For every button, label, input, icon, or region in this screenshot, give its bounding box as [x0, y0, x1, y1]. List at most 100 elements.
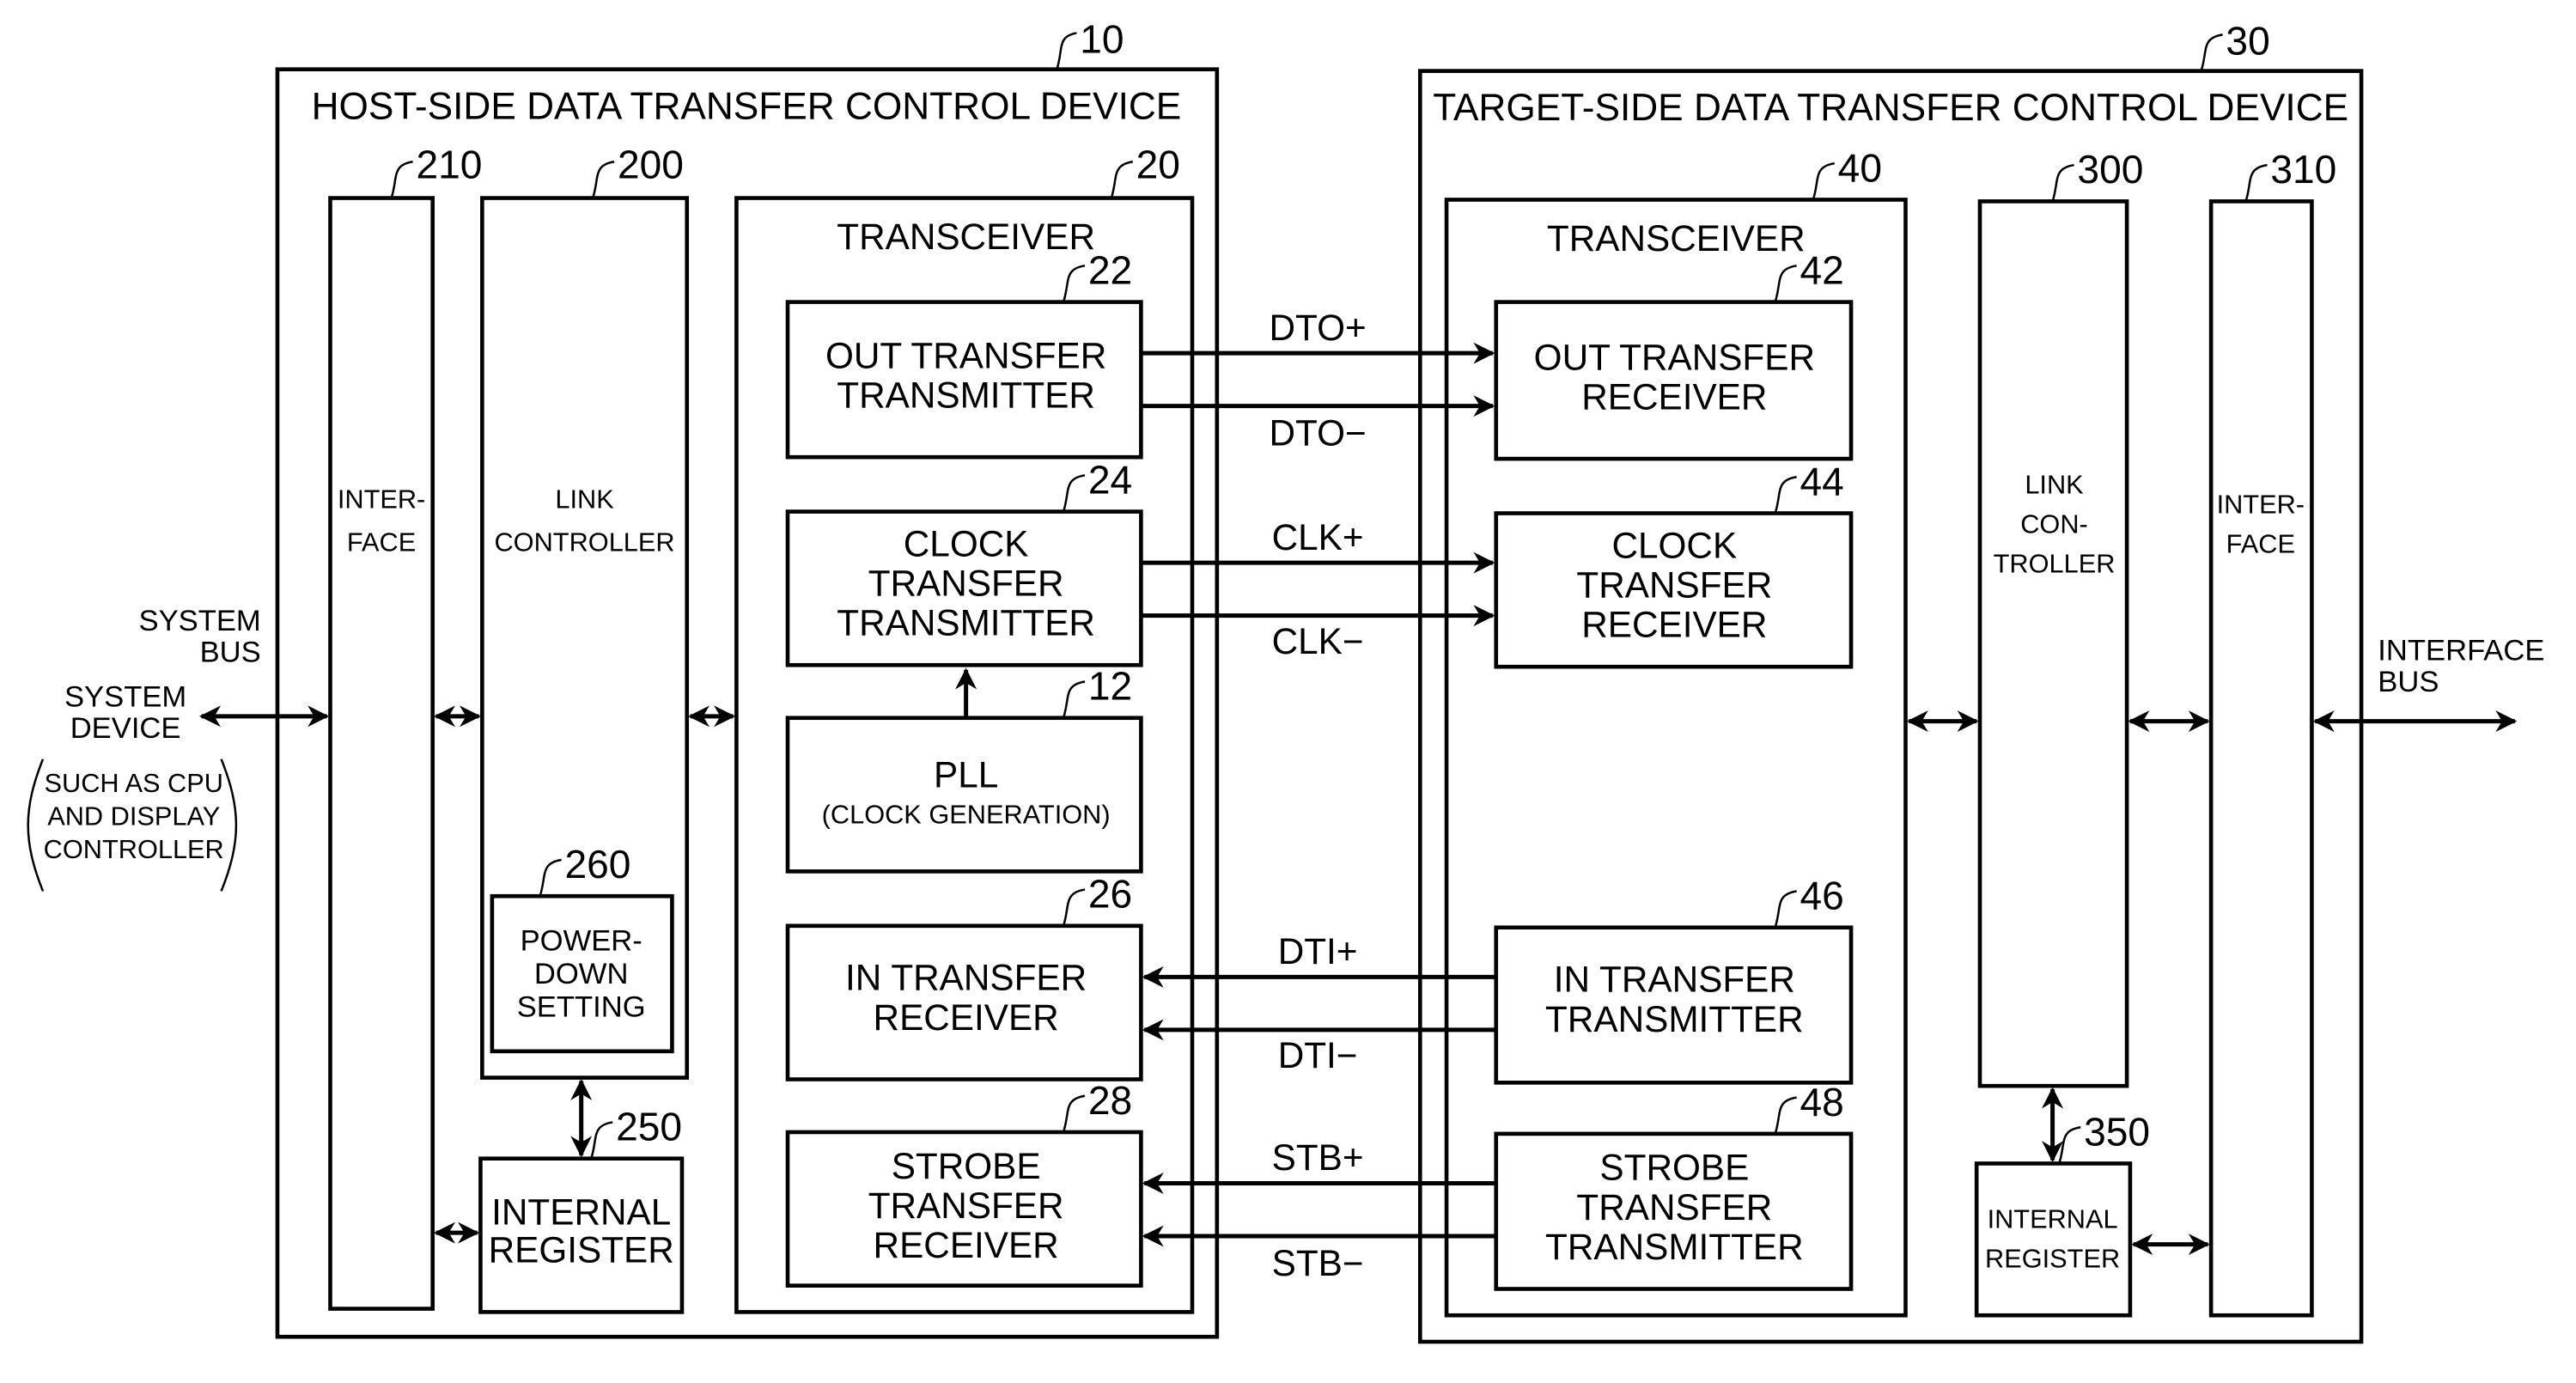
out-transfer-receiver-ref: 42	[1800, 247, 1843, 292]
host-internal-register-ref: 250	[616, 1105, 682, 1149]
clock-transfer-receiver-ref: 44	[1800, 459, 1843, 503]
in-transfer-receiver-label-2: RECEIVER	[874, 997, 1059, 1038]
strobe-transfer-receiver-ref: 28	[1088, 1078, 1132, 1123]
serial-signals: DTO+ DTO− CLK+ CLK− DTI+ DTI− STB+ STB−	[1141, 308, 1496, 1283]
dto-plus-label: DTO+	[1270, 308, 1367, 348]
clock-transfer-transmitter-label-2: TRANSFER	[868, 564, 1064, 604]
ref-leader	[1056, 32, 1077, 70]
ref-leader	[1110, 161, 1134, 198]
strobe-transfer-transmitter-label-3: TRANSMITTER	[1545, 1227, 1804, 1267]
ref-leader	[591, 161, 615, 198]
open-paren	[27, 759, 45, 892]
host-device: 10 HOST-SIDE DATA TRANSFER CONTROL DEVIC…	[275, 16, 1220, 1339]
target-title: TARGET-SIDE DATA TRANSFER CONTROL DEVICE	[1433, 87, 2348, 129]
target-interface-ref: 310	[2270, 147, 2336, 192]
target-link-controller-label-3: TROLLER	[1994, 549, 2116, 579]
host-link-controller-label-1: LINK	[555, 484, 614, 515]
dti-minus-label: DTI−	[1278, 1035, 1358, 1075]
ref-leader	[2200, 34, 2223, 72]
host-interface-label-2: FACE	[347, 527, 416, 557]
power-down-label-1: POWER-	[521, 925, 642, 958]
dto-minus-label: DTO−	[1270, 413, 1367, 454]
interface-bus-label-2: BUS	[2378, 666, 2439, 698]
system-device-note-2: AND DISPLAY	[47, 801, 220, 832]
host-transceiver-title: TRANSCEIVER	[837, 216, 1095, 257]
clock-transfer-transmitter-label-1: CLOCK	[904, 523, 1029, 564]
target-internal-register-block: 350 INTERNAL REGISTER	[1974, 1109, 2150, 1318]
in-transfer-receiver-ref: 26	[1088, 872, 1132, 917]
strobe-transfer-receiver-label-3: RECEIVER	[874, 1225, 1059, 1265]
interface-bus-label-1: INTERFACE	[2378, 635, 2544, 667]
ref-leader	[1812, 161, 1836, 200]
host-interface-label-1: INTER-	[338, 484, 425, 515]
block-diagram: 10 HOST-SIDE DATA TRANSFER CONTROL DEVIC…	[27, 16, 2544, 1344]
pll-ref: 12	[1088, 664, 1132, 709]
power-down-setting-ref: 260	[564, 842, 630, 886]
close-paren	[220, 759, 238, 892]
target-link-controller-box	[1977, 199, 2129, 1088]
host-transceiver-block: 20 TRANSCEIVER 22 OUT TRANSFER TRANSMITT…	[734, 143, 1195, 1314]
system-device-label-2: DEVICE	[70, 712, 181, 745]
ref-leader	[2051, 163, 2074, 202]
stb-plus-label: STB+	[1272, 1137, 1364, 1178]
in-transfer-transmitter-ref: 46	[1800, 874, 1843, 918]
clock-transfer-receiver-label-2: TRANSFER	[1576, 565, 1772, 606]
clk-plus-label: CLK+	[1272, 517, 1364, 557]
in-transfer-receiver-label-1: IN TRANSFER	[845, 958, 1087, 998]
host-interface-block: 210 INTER- FACE	[328, 143, 482, 1311]
out-transfer-receiver-label-1: OUT TRANSFER	[1534, 337, 1815, 377]
target-interface-block: 310 INTER- FACE	[2208, 147, 2336, 1318]
clock-transfer-transmitter-ref: 24	[1088, 457, 1132, 502]
host-transceiver-ref: 20	[1136, 143, 1180, 187]
target-internal-register-box	[1974, 1161, 2133, 1318]
host-ref: 10	[1080, 16, 1124, 61]
strobe-transfer-transmitter-label-1: STROBE	[1599, 1148, 1749, 1188]
power-down-label-2: DOWN	[534, 958, 629, 990]
host-title: HOST-SIDE DATA TRANSFER CONTROL DEVICE	[312, 85, 1182, 127]
system-device-label-1: SYSTEM	[64, 680, 186, 713]
system-device-note-1: SUCH AS CPU	[45, 768, 223, 798]
target-link-controller-label-1: LINK	[2025, 469, 2084, 499]
target-transceiver-block: 40 TRANSCEIVER 42 OUT TRANSFER RECEIVER …	[1444, 145, 1908, 1318]
clock-transfer-receiver-label-1: CLOCK	[1612, 525, 1738, 565]
out-transfer-transmitter-ref: 22	[1088, 247, 1132, 292]
target-transceiver-title: TRANSCEIVER	[1547, 218, 1806, 259]
strobe-transfer-receiver-label-2: TRANSFER	[868, 1185, 1064, 1226]
clk-minus-label: CLK−	[1272, 621, 1364, 661]
out-transfer-transmitter-label-2: TRANSMITTER	[837, 375, 1095, 416]
host-link-controller-ref: 200	[618, 143, 684, 187]
target-internal-register-ref: 350	[2084, 1109, 2150, 1154]
host-interface-ref: 210	[416, 143, 482, 187]
out-transfer-receiver-label-2: RECEIVER	[1581, 376, 1767, 417]
host-internal-register-label-2: REGISTER	[489, 1230, 674, 1270]
target-link-controller-block: 300 LINK CON- TROLLER	[1977, 147, 2143, 1088]
ref-leader	[390, 161, 413, 198]
target-ref: 30	[2226, 18, 2269, 63]
target-link-controller-ref: 300	[2077, 147, 2143, 192]
pll-sublabel: (CLOCK GENERATION)	[822, 800, 1111, 830]
target-device: 30 TARGET-SIDE DATA TRANSFER CONTROL DEV…	[1417, 18, 2364, 1344]
ref-leader	[2058, 1125, 2081, 1164]
strobe-transfer-transmitter-ref: 48	[1800, 1080, 1843, 1124]
in-transfer-transmitter-label-2: TRANSMITTER	[1545, 999, 1804, 1039]
host-interface-box	[328, 196, 435, 1311]
target-internal-register-label-1: INTERNAL	[1988, 1203, 2118, 1234]
target-interface-box	[2208, 199, 2314, 1318]
host-link-controller-label-2: CONTROLLER	[494, 527, 674, 557]
strobe-transfer-receiver-label-1: STROBE	[892, 1146, 1041, 1186]
clock-transfer-receiver-label-3: RECEIVER	[1581, 605, 1767, 645]
dti-plus-label: DTI+	[1278, 931, 1358, 972]
in-transfer-transmitter-label-1: IN TRANSFER	[1554, 960, 1795, 1000]
target-interface-label-2: FACE	[2226, 529, 2295, 559]
clock-transfer-transmitter-label-3: TRANSMITTER	[837, 603, 1095, 643]
out-transfer-transmitter-label-1: OUT TRANSFER	[825, 335, 1106, 375]
target-internal-register-label-2: REGISTER	[1985, 1244, 2120, 1274]
stb-minus-label: STB−	[1272, 1243, 1364, 1283]
host-internal-register-label-1: INTERNAL	[491, 1192, 671, 1233]
system-bus-label-1: SYSTEM	[139, 605, 261, 637]
strobe-transfer-transmitter-label-2: TRANSFER	[1576, 1187, 1772, 1228]
system-device-note-3: CONTROLLER	[44, 834, 224, 864]
pll-label: PLL	[934, 754, 998, 795]
system-bus-label-2: BUS	[200, 636, 261, 668]
power-down-label-3: SETTING	[517, 990, 646, 1023]
